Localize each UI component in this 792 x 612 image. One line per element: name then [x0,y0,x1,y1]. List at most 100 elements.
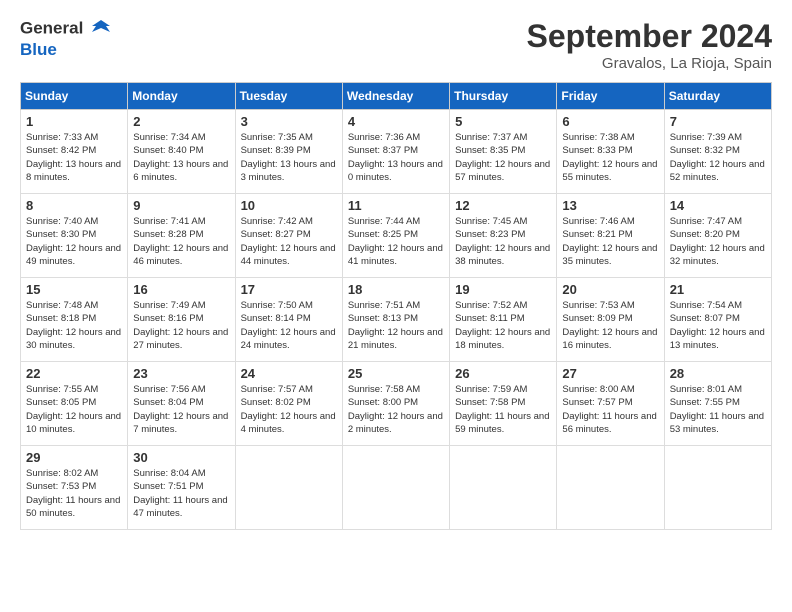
calendar-day-cell: 29 Sunrise: 8:02 AM Sunset: 7:53 PM Dayl… [21,446,128,530]
col-wednesday: Wednesday [342,83,449,110]
calendar-day-cell: 10 Sunrise: 7:42 AM Sunset: 8:27 PM Dayl… [235,194,342,278]
day-number: 30 [133,450,229,465]
day-info: Sunrise: 7:58 AM Sunset: 8:00 PM Dayligh… [348,383,444,436]
calendar-day-cell: 3 Sunrise: 7:35 AM Sunset: 8:39 PM Dayli… [235,110,342,194]
location: Gravalos, La Rioja, Spain [527,55,772,72]
calendar-day-cell: 19 Sunrise: 7:52 AM Sunset: 8:11 PM Dayl… [450,278,557,362]
day-info: Sunrise: 7:48 AM Sunset: 8:18 PM Dayligh… [26,299,122,352]
calendar-week-row: 1 Sunrise: 7:33 AM Sunset: 8:42 PM Dayli… [21,110,772,194]
day-number: 10 [241,198,337,213]
day-number: 3 [241,114,337,129]
calendar-day-cell: 7 Sunrise: 7:39 AM Sunset: 8:32 PM Dayli… [664,110,771,194]
calendar-table: Sunday Monday Tuesday Wednesday Thursday… [20,82,772,530]
col-sunday: Sunday [21,83,128,110]
day-number: 29 [26,450,122,465]
logo-line2: Blue [20,40,112,60]
calendar-day-cell: 15 Sunrise: 7:48 AM Sunset: 8:18 PM Dayl… [21,278,128,362]
day-number: 25 [348,366,444,381]
day-number: 8 [26,198,122,213]
day-info: Sunrise: 7:36 AM Sunset: 8:37 PM Dayligh… [348,131,444,184]
day-info: Sunrise: 7:59 AM Sunset: 7:58 PM Dayligh… [455,383,551,436]
day-number: 15 [26,282,122,297]
day-number: 28 [670,366,766,381]
calendar-day-cell: 27 Sunrise: 8:00 AM Sunset: 7:57 PM Dayl… [557,362,664,446]
calendar-day-cell: 1 Sunrise: 7:33 AM Sunset: 8:42 PM Dayli… [21,110,128,194]
title-block: September 2024 Gravalos, La Rioja, Spain [527,18,772,72]
day-info: Sunrise: 7:33 AM Sunset: 8:42 PM Dayligh… [26,131,122,184]
col-tuesday: Tuesday [235,83,342,110]
day-info: Sunrise: 7:39 AM Sunset: 8:32 PM Dayligh… [670,131,766,184]
day-info: Sunrise: 8:00 AM Sunset: 7:57 PM Dayligh… [562,383,658,436]
day-info: Sunrise: 8:01 AM Sunset: 7:55 PM Dayligh… [670,383,766,436]
calendar-day-cell: 21 Sunrise: 7:54 AM Sunset: 8:07 PM Dayl… [664,278,771,362]
day-number: 14 [670,198,766,213]
day-info: Sunrise: 8:02 AM Sunset: 7:53 PM Dayligh… [26,467,122,520]
calendar-day-cell [235,446,342,530]
day-number: 12 [455,198,551,213]
logo: General Blue [20,18,112,60]
logo-bird-icon [90,18,112,40]
calendar-day-cell: 8 Sunrise: 7:40 AM Sunset: 8:30 PM Dayli… [21,194,128,278]
day-number: 20 [562,282,658,297]
calendar-day-cell: 12 Sunrise: 7:45 AM Sunset: 8:23 PM Dayl… [450,194,557,278]
col-thursday: Thursday [450,83,557,110]
col-friday: Friday [557,83,664,110]
calendar-day-cell [342,446,449,530]
day-number: 17 [241,282,337,297]
day-info: Sunrise: 7:44 AM Sunset: 8:25 PM Dayligh… [348,215,444,268]
calendar-week-row: 29 Sunrise: 8:02 AM Sunset: 7:53 PM Dayl… [21,446,772,530]
day-info: Sunrise: 7:56 AM Sunset: 8:04 PM Dayligh… [133,383,229,436]
calendar-day-cell: 28 Sunrise: 8:01 AM Sunset: 7:55 PM Dayl… [664,362,771,446]
calendar-day-cell: 11 Sunrise: 7:44 AM Sunset: 8:25 PM Dayl… [342,194,449,278]
day-info: Sunrise: 7:38 AM Sunset: 8:33 PM Dayligh… [562,131,658,184]
calendar-day-cell: 14 Sunrise: 7:47 AM Sunset: 8:20 PM Dayl… [664,194,771,278]
day-info: Sunrise: 7:49 AM Sunset: 8:16 PM Dayligh… [133,299,229,352]
month-title: September 2024 [527,18,772,55]
day-number: 9 [133,198,229,213]
day-number: 7 [670,114,766,129]
calendar-day-cell: 24 Sunrise: 7:57 AM Sunset: 8:02 PM Dayl… [235,362,342,446]
calendar-day-cell [450,446,557,530]
day-info: Sunrise: 7:51 AM Sunset: 8:13 PM Dayligh… [348,299,444,352]
calendar-day-cell: 6 Sunrise: 7:38 AM Sunset: 8:33 PM Dayli… [557,110,664,194]
day-number: 6 [562,114,658,129]
day-number: 11 [348,198,444,213]
header: General Blue September 2024 Gravalos, La… [20,18,772,72]
day-info: Sunrise: 7:46 AM Sunset: 8:21 PM Dayligh… [562,215,658,268]
day-info: Sunrise: 7:53 AM Sunset: 8:09 PM Dayligh… [562,299,658,352]
calendar-day-cell: 5 Sunrise: 7:37 AM Sunset: 8:35 PM Dayli… [450,110,557,194]
day-info: Sunrise: 7:37 AM Sunset: 8:35 PM Dayligh… [455,131,551,184]
day-number: 4 [348,114,444,129]
day-number: 2 [133,114,229,129]
day-number: 27 [562,366,658,381]
day-number: 16 [133,282,229,297]
calendar-day-cell [664,446,771,530]
day-number: 13 [562,198,658,213]
day-number: 26 [455,366,551,381]
calendar-week-row: 22 Sunrise: 7:55 AM Sunset: 8:05 PM Dayl… [21,362,772,446]
header-row: Sunday Monday Tuesday Wednesday Thursday… [21,83,772,110]
day-number: 24 [241,366,337,381]
calendar-week-row: 15 Sunrise: 7:48 AM Sunset: 8:18 PM Dayl… [21,278,772,362]
day-number: 5 [455,114,551,129]
day-info: Sunrise: 7:50 AM Sunset: 8:14 PM Dayligh… [241,299,337,352]
calendar-day-cell [557,446,664,530]
day-info: Sunrise: 7:35 AM Sunset: 8:39 PM Dayligh… [241,131,337,184]
day-info: Sunrise: 8:04 AM Sunset: 7:51 PM Dayligh… [133,467,229,520]
calendar-day-cell: 23 Sunrise: 7:56 AM Sunset: 8:04 PM Dayl… [128,362,235,446]
calendar-day-cell: 25 Sunrise: 7:58 AM Sunset: 8:00 PM Dayl… [342,362,449,446]
day-info: Sunrise: 7:34 AM Sunset: 8:40 PM Dayligh… [133,131,229,184]
day-info: Sunrise: 7:41 AM Sunset: 8:28 PM Dayligh… [133,215,229,268]
day-info: Sunrise: 7:57 AM Sunset: 8:02 PM Dayligh… [241,383,337,436]
calendar-day-cell: 26 Sunrise: 7:59 AM Sunset: 7:58 PM Dayl… [450,362,557,446]
calendar-day-cell: 18 Sunrise: 7:51 AM Sunset: 8:13 PM Dayl… [342,278,449,362]
day-number: 23 [133,366,229,381]
day-number: 1 [26,114,122,129]
calendar-week-row: 8 Sunrise: 7:40 AM Sunset: 8:30 PM Dayli… [21,194,772,278]
day-info: Sunrise: 7:55 AM Sunset: 8:05 PM Dayligh… [26,383,122,436]
calendar-day-cell: 22 Sunrise: 7:55 AM Sunset: 8:05 PM Dayl… [21,362,128,446]
day-info: Sunrise: 7:47 AM Sunset: 8:20 PM Dayligh… [670,215,766,268]
calendar-day-cell: 13 Sunrise: 7:46 AM Sunset: 8:21 PM Dayl… [557,194,664,278]
day-number: 19 [455,282,551,297]
day-info: Sunrise: 7:52 AM Sunset: 8:11 PM Dayligh… [455,299,551,352]
